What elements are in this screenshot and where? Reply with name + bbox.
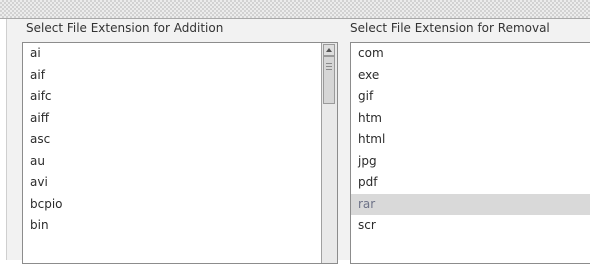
scroll-up-arrow-icon[interactable] [323, 44, 335, 56]
removal-list-item[interactable]: exe [351, 65, 590, 87]
removal-extension-list[interactable]: com exe gif htm html jpg pdf rar scr [350, 42, 590, 264]
addition-list-item[interactable]: aifc [23, 86, 319, 108]
window-titlebar[interactable] [0, 0, 590, 19]
removal-list-item[interactable]: html [351, 129, 590, 151]
removal-list-item[interactable]: htm [351, 108, 590, 130]
removal-list-item[interactable]: pdf [351, 172, 590, 194]
removal-list-item[interactable]: jpg [351, 151, 590, 173]
removal-section-label: Select File Extension for Removal [350, 21, 550, 35]
addition-list-item[interactable]: au [23, 151, 319, 173]
addition-extension-list[interactable]: ai aif aifc aiff asc au avi bcpio bin [22, 42, 338, 264]
addition-section-label: Select File Extension for Addition [26, 21, 224, 35]
addition-list-item[interactable]: bcpio [23, 194, 319, 216]
addition-list-item[interactable]: ai [23, 43, 319, 65]
addition-list-scrollbar[interactable] [321, 43, 337, 263]
removal-list-item[interactable]: gif [351, 86, 590, 108]
removal-list-item[interactable]: scr [351, 215, 590, 237]
removal-list-item[interactable]: com [351, 43, 590, 65]
addition-list-item[interactable]: aiff [23, 108, 319, 130]
addition-list-item[interactable]: asc [23, 129, 319, 151]
scroll-thumb[interactable] [323, 56, 335, 104]
removal-list-item-selected[interactable]: rar [351, 193, 590, 215]
addition-list-item[interactable]: avi [23, 172, 319, 194]
addition-list-item[interactable]: bin [23, 215, 319, 237]
addition-list-item[interactable]: aif [23, 65, 319, 87]
